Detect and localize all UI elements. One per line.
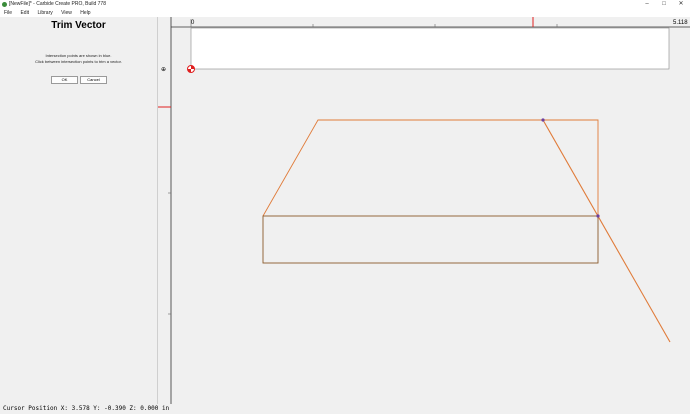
ruler-end-label: 5.118: [673, 20, 688, 26]
intersection-point[interactable]: [541, 118, 545, 122]
panel-instruction-2: Click between intersection points to tri…: [35, 59, 122, 64]
window-title: [NewFile]* - Carbide Create PRO, Build 7…: [9, 1, 106, 7]
vertical-ruler: [158, 17, 171, 404]
minimize-button[interactable]: –: [640, 0, 654, 9]
stock-material-area: [190, 27, 670, 70]
status-bar: Cursor Position X: 3.578 Y: -0.390 Z: 0.…: [0, 404, 690, 414]
trim-vector-panel: Trim Vector Intersection points are show…: [0, 17, 158, 404]
menu-file[interactable]: File: [4, 9, 12, 17]
origin-marker-quadrant: [187, 69, 191, 73]
app-icon: [2, 2, 7, 7]
title-bar: [NewFile]* - Carbide Create PRO, Build 7…: [0, 0, 690, 9]
design-workspace[interactable]: 0 5.118 ⊕: [158, 17, 690, 404]
maximize-button[interactable]: □: [657, 0, 671, 9]
intersection-point[interactable]: [596, 214, 600, 218]
ruler-start-label: 0: [191, 20, 195, 26]
workspace-canvas[interactable]: 0 5.118 ⊕: [158, 17, 690, 404]
menu-library[interactable]: Library: [37, 9, 52, 17]
panel-instruction-1: Intersection points are shown in blue.: [45, 53, 112, 58]
menu-view[interactable]: View: [61, 9, 72, 17]
close-button[interactable]: ✕: [674, 0, 688, 9]
trapezoid-vector[interactable]: [262, 119, 599, 217]
menu-help[interactable]: Help: [80, 9, 90, 17]
menu-edit[interactable]: Edit: [20, 9, 29, 17]
panel-title: Trim Vector: [51, 20, 106, 31]
cursor-position: Cursor Position X: 3.578 Y: -0.390 Z: 0.…: [3, 405, 170, 412]
ok-button[interactable]: OK: [51, 76, 78, 84]
cancel-button[interactable]: Cancel: [80, 76, 107, 84]
rectangle-vector[interactable]: [262, 215, 599, 264]
zoom-indicator-icon: ⊕: [161, 66, 166, 73]
diagonal-line-vector[interactable]: [542, 119, 671, 343]
menu-bar: File Edit Library View Help: [0, 9, 690, 17]
